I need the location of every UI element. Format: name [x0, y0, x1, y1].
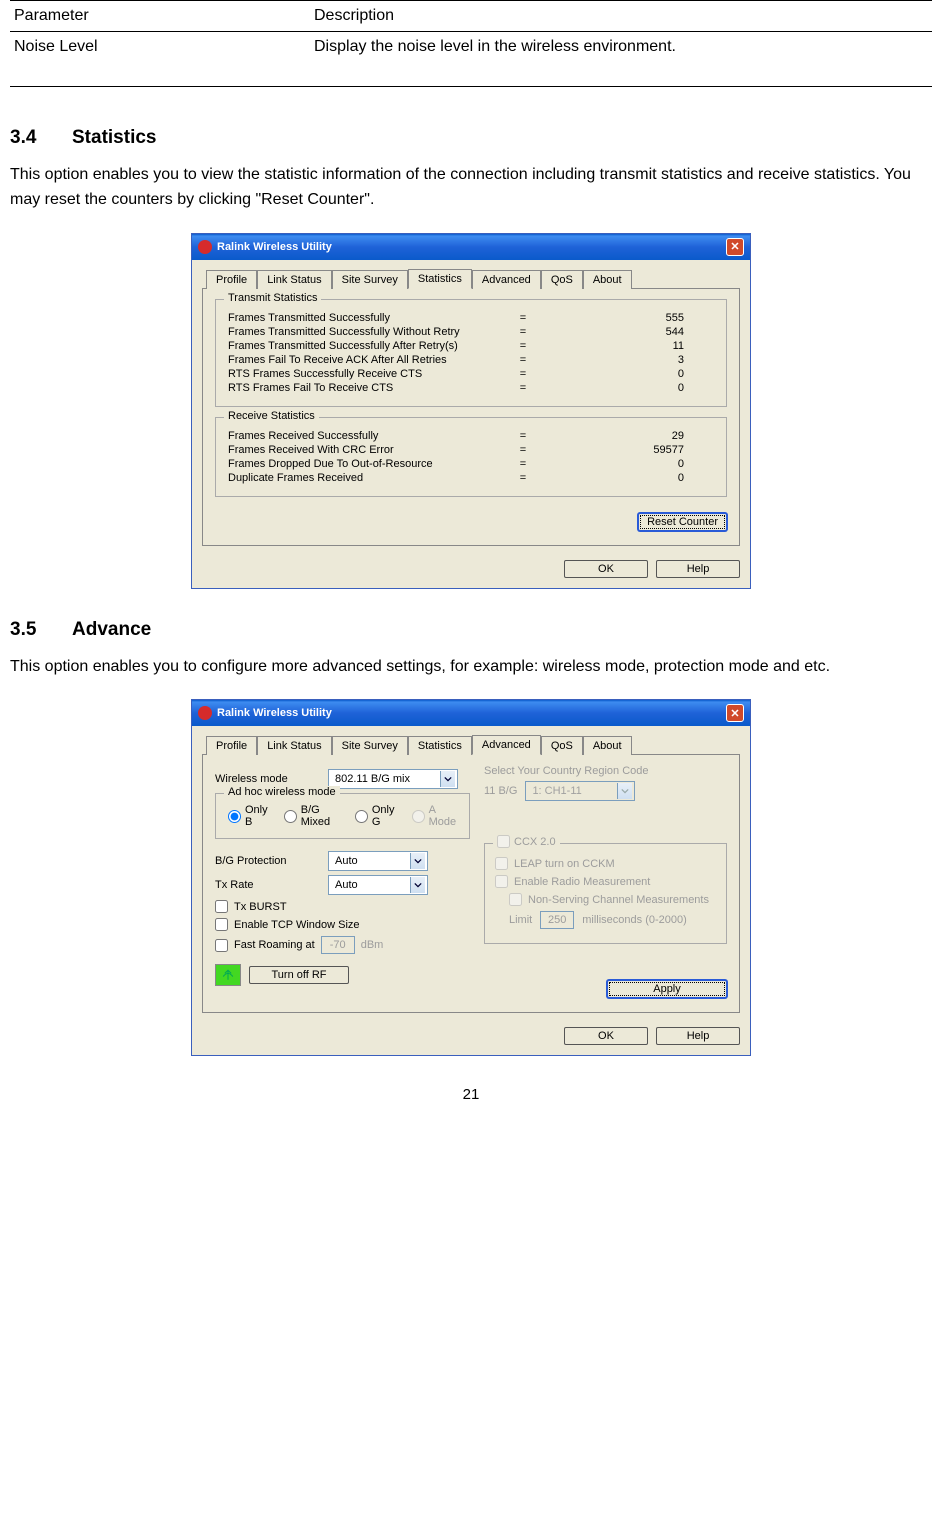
- tab-about[interactable]: About: [583, 736, 632, 755]
- param-header: Parameter: [10, 1, 310, 32]
- parameter-table: Parameter Description Noise Level Displa…: [10, 0, 932, 87]
- bg-protection-label: B/G Protection: [215, 855, 320, 867]
- fast-roaming-check[interactable]: Fast Roaming at dBm: [215, 936, 470, 954]
- window-title: Ralink Wireless Utility: [217, 241, 332, 253]
- country-band-label: 11 B/G: [484, 785, 517, 797]
- ccx-group: CCX 2.0 LEAP turn on CCKM Enable Radio M…: [484, 843, 727, 944]
- tab-site-survey[interactable]: Site Survey: [332, 736, 408, 755]
- app-icon: [198, 240, 212, 254]
- chevron-down-icon: [617, 783, 632, 799]
- desc-header: Description: [310, 1, 932, 32]
- radio-bg-mixed[interactable]: B/G Mixed: [284, 804, 341, 828]
- section-34-heading: 3.4Statistics: [10, 127, 932, 149]
- help-button[interactable]: Help: [656, 560, 740, 578]
- chevron-down-icon: [410, 877, 425, 893]
- table-row: Noise Level Display the noise level in t…: [10, 32, 932, 87]
- tab-qos[interactable]: QoS: [541, 736, 583, 755]
- bg-protection-combo[interactable]: Auto: [328, 851, 428, 871]
- country-region-combo: 1: CH1-11: [525, 781, 635, 801]
- country-region-label: Select Your Country Region Code: [484, 765, 727, 777]
- tab-site-survey[interactable]: Site Survey: [332, 270, 408, 289]
- app-icon: [198, 706, 212, 720]
- tab-bar: Profile Link Status Site Survey Statisti…: [202, 734, 740, 755]
- section-35-body: This option enables you to configure mor…: [10, 655, 932, 680]
- page-number: 21: [10, 1086, 932, 1103]
- tab-link-status[interactable]: Link Status: [257, 270, 331, 289]
- tab-about[interactable]: About: [583, 270, 632, 289]
- help-button[interactable]: Help: [656, 1027, 740, 1045]
- close-icon[interactable]: ✕: [726, 704, 744, 722]
- rf-on-icon: [215, 964, 241, 986]
- chevron-down-icon: [440, 771, 455, 787]
- radio-only-b[interactable]: Only B: [228, 804, 270, 828]
- tab-link-status[interactable]: Link Status: [257, 736, 331, 755]
- tab-statistics[interactable]: Statistics: [408, 736, 472, 755]
- tab-statistics[interactable]: Statistics: [408, 269, 472, 289]
- receive-group: Receive Statistics Frames Received Succe…: [215, 417, 727, 497]
- tab-qos[interactable]: QoS: [541, 270, 583, 289]
- statistics-window: Ralink Wireless Utility ✕ Profile Link S…: [191, 233, 751, 589]
- transmit-group: Transmit Statistics Frames Transmitted S…: [215, 299, 727, 407]
- tcp-window-check[interactable]: Enable TCP Window Size: [215, 918, 470, 931]
- wireless-mode-combo[interactable]: 802.11 B/G mix: [328, 769, 458, 789]
- desc-cell: Display the noise level in the wireless …: [310, 32, 932, 87]
- radio-only-g[interactable]: Only G: [355, 804, 398, 828]
- tx-rate-label: Tx Rate: [215, 879, 320, 891]
- param-cell: Noise Level: [10, 32, 310, 87]
- ccx-check[interactable]: CCX 2.0: [493, 835, 560, 848]
- ok-button[interactable]: OK: [564, 560, 648, 578]
- tab-advanced[interactable]: Advanced: [472, 735, 541, 755]
- radio-a-mode: A Mode: [412, 804, 457, 828]
- leap-check: LEAP turn on CCKM: [495, 857, 716, 870]
- non-serving-check: Non-Serving Channel Measurements: [509, 893, 716, 906]
- apply-button[interactable]: Apply: [607, 980, 727, 998]
- window-title: Ralink Wireless Utility: [217, 707, 332, 719]
- reset-counter-button[interactable]: Reset Counter: [638, 513, 727, 531]
- radio-measurement-check: Enable Radio Measurement: [495, 875, 716, 888]
- fast-roaming-value[interactable]: [321, 936, 355, 954]
- ok-button[interactable]: OK: [564, 1027, 648, 1045]
- limit-value: [540, 911, 574, 929]
- tab-profile[interactable]: Profile: [206, 736, 257, 755]
- section-34-body: This option enables you to view the stat…: [10, 163, 932, 213]
- adhoc-group: Ad hoc wireless mode Only B B/G Mixed On…: [215, 793, 470, 839]
- close-icon[interactable]: ✕: [726, 238, 744, 256]
- tab-advanced[interactable]: Advanced: [472, 270, 541, 289]
- turn-off-rf-button[interactable]: Turn off RF: [249, 966, 349, 984]
- tx-rate-combo[interactable]: Auto: [328, 875, 428, 895]
- advanced-window: Ralink Wireless Utility ✕ Profile Link S…: [191, 699, 751, 1056]
- chevron-down-icon: [410, 853, 425, 869]
- tab-profile[interactable]: Profile: [206, 270, 257, 289]
- section-35-heading: 3.5Advance: [10, 619, 932, 641]
- wireless-mode-label: Wireless mode: [215, 773, 320, 785]
- window-titlebar[interactable]: Ralink Wireless Utility ✕: [192, 234, 750, 260]
- tx-burst-check[interactable]: Tx BURST: [215, 900, 470, 913]
- window-titlebar[interactable]: Ralink Wireless Utility ✕: [192, 700, 750, 726]
- tab-bar: Profile Link Status Site Survey Statisti…: [202, 268, 740, 289]
